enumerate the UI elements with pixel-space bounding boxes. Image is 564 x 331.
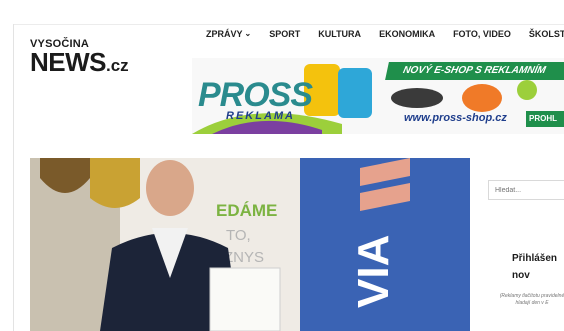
wall-text-1: EDÁME bbox=[216, 201, 277, 220]
login-note: (Reklamy tlačítotu pravidelné hladají de… bbox=[499, 293, 564, 306]
nav-item-ekonomika[interactable]: EKONOMIKA bbox=[370, 29, 444, 39]
banner-headline: NOVÝ E-SHOP S REKLAMNÍM bbox=[385, 62, 564, 80]
green-item-image bbox=[517, 80, 537, 100]
nav-item-sport[interactable]: SPORT bbox=[260, 29, 309, 39]
banner-sub: REKLAMA bbox=[226, 110, 295, 122]
site-logo[interactable]: VYSOČINA NEWS.cz bbox=[30, 38, 129, 78]
logo-news: NEWS bbox=[30, 47, 107, 77]
banner-url: www.pross-shop.cz bbox=[404, 112, 507, 124]
hero-photo-svg: VIA EDÁME TO, ZNYS bbox=[30, 158, 470, 331]
banner-cta-button[interactable]: PROHL bbox=[526, 111, 564, 127]
shoes-image bbox=[391, 88, 443, 108]
hero-photo[interactable]: VIA EDÁME TO, ZNYS bbox=[30, 158, 470, 331]
nav-item-kultura[interactable]: KULTURA bbox=[309, 29, 370, 39]
page-frame-left bbox=[13, 24, 14, 331]
diploma-image bbox=[209, 267, 281, 331]
chevron-down-icon: ⌄ bbox=[244, 29, 252, 38]
nav-item-zpravy[interactable]: ZPRÁVY ⌄ bbox=[196, 29, 260, 39]
login-title: Přihlášen nov bbox=[512, 253, 558, 281]
person-head bbox=[146, 160, 194, 216]
coat-of-arms-gold bbox=[90, 158, 140, 208]
main-nav: ZPRÁVY ⌄ SPORT KULTURA EKONOMIKA FOTO, VI… bbox=[196, 29, 564, 39]
nav-item-foto-video[interactable]: FOTO, VIDEO bbox=[444, 29, 520, 39]
search-input[interactable] bbox=[488, 180, 564, 200]
orange-cap-image bbox=[462, 84, 502, 112]
nav-label: ZPRÁVY bbox=[206, 29, 243, 39]
hero-banner-text: VIA bbox=[349, 235, 398, 308]
page-frame-top bbox=[13, 24, 564, 25]
wall-text-2: TO, bbox=[226, 227, 251, 244]
blue-hoodie-image bbox=[338, 68, 372, 118]
nav-item-skolstvi[interactable]: ŠKOLST bbox=[520, 29, 564, 39]
logo-tld: .cz bbox=[106, 56, 129, 75]
ad-banner[interactable]: PROSS REKLAMA NOVÝ E-SHOP S REKLAMNÍM ww… bbox=[192, 58, 564, 134]
logo-main-text: NEWS.cz bbox=[30, 47, 129, 78]
